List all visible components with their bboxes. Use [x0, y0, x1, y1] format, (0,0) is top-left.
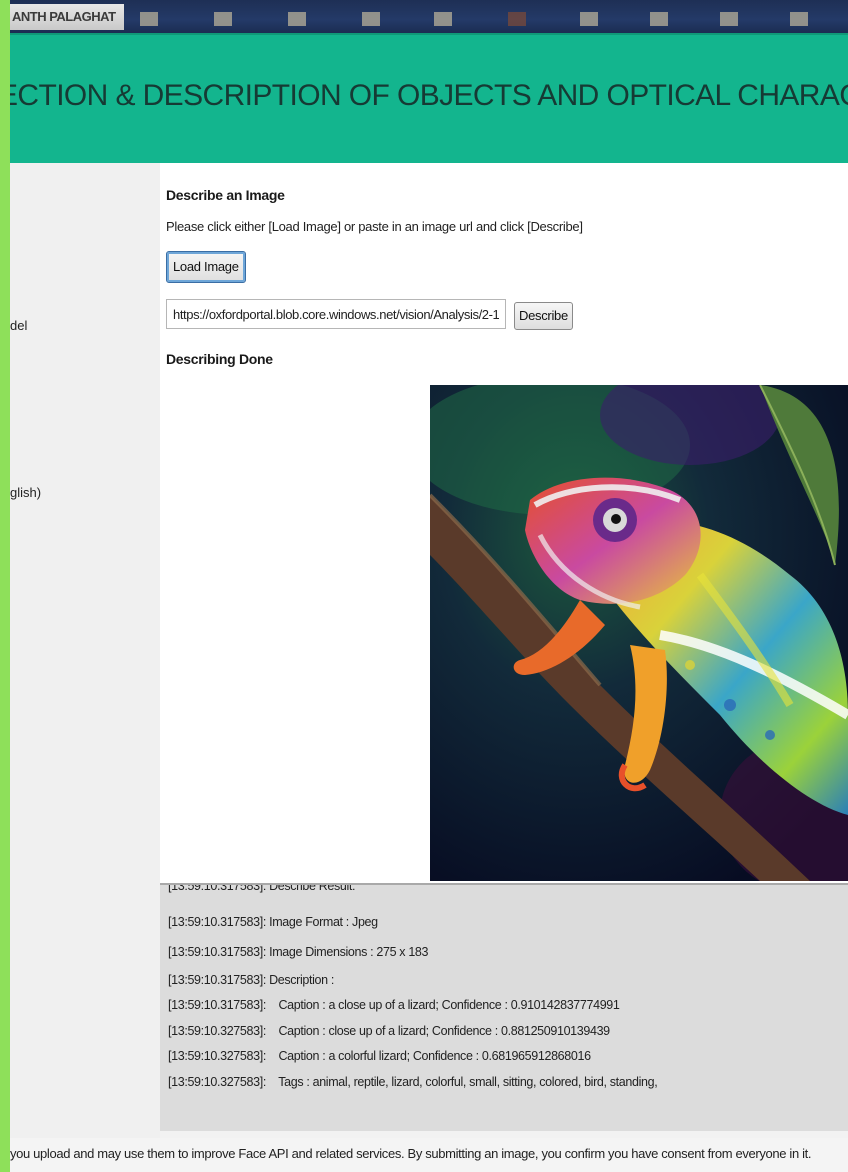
- load-image-button[interactable]: Load Image: [166, 251, 246, 283]
- consent-footer: you upload and may use them to improve F…: [10, 1138, 848, 1172]
- banner-tile: [580, 12, 598, 26]
- consent-text: you upload and may use them to improve F…: [10, 1146, 812, 1161]
- banner-tile: [650, 12, 668, 26]
- sidebar-item-fragment[interactable]: glish): [10, 485, 41, 500]
- log-line: [13:59:10.327583]: Tags : animal, reptil…: [168, 1075, 658, 1089]
- log-line: [13:59:10.317583]: Description :: [168, 973, 335, 987]
- chameleon-photo: [430, 385, 848, 881]
- banner-tile: [214, 12, 232, 26]
- log-line: [13:59:10.327583]: Caption : a colorful …: [168, 1049, 591, 1063]
- banner-tile: [720, 12, 738, 26]
- main-panel: Describe an Image Please click either [L…: [160, 163, 848, 883]
- author-name-tab: ANTH PALAGHAT: [10, 4, 124, 30]
- chameleon-image: [430, 385, 848, 881]
- sidebar-item-fragment[interactable]: del: [10, 318, 27, 333]
- top-banner-strip: ANTH PALAGHAT: [10, 0, 848, 33]
- image-url-input[interactable]: [166, 299, 506, 329]
- banner-tile: [508, 12, 526, 26]
- left-accent-bar: [0, 0, 10, 1172]
- banner-tile: [790, 12, 808, 26]
- banner-tile: [140, 12, 158, 26]
- sidebar: del glish): [10, 163, 160, 1138]
- describe-button[interactable]: Describe: [514, 302, 573, 330]
- log-line: [13:59:10.317583]: Image Format : Jpeg: [168, 915, 378, 929]
- log-line: [13:59:10.317583]: Caption : a close up …: [168, 998, 620, 1012]
- banner-tile: [362, 12, 380, 26]
- section-heading: Describe an Image: [166, 187, 285, 203]
- log-line: [13:59:10.317583]: Image Dimensions : 27…: [168, 945, 429, 959]
- page: ANTH PALAGHAT ECTION & DESCRIPTION OF OB…: [0, 0, 848, 1172]
- log-line: [13:59:10.327583]: Caption : close up of…: [168, 1024, 610, 1038]
- log-line: [13:59:10.317583]: Describe Result:: [168, 883, 356, 893]
- status-text: Describing Done: [166, 351, 273, 367]
- banner-tile: [288, 12, 306, 26]
- result-log[interactable]: [13:59:10.317583]: Describe Result: [13:…: [160, 883, 848, 1131]
- banner-tile: [434, 12, 452, 26]
- instructions-text: Please click either [Load Image] or past…: [166, 219, 583, 234]
- page-title: ECTION & DESCRIPTION OF OBJECTS AND OPTI…: [0, 79, 848, 112]
- header-band: ECTION & DESCRIPTION OF OBJECTS AND OPTI…: [0, 33, 848, 165]
